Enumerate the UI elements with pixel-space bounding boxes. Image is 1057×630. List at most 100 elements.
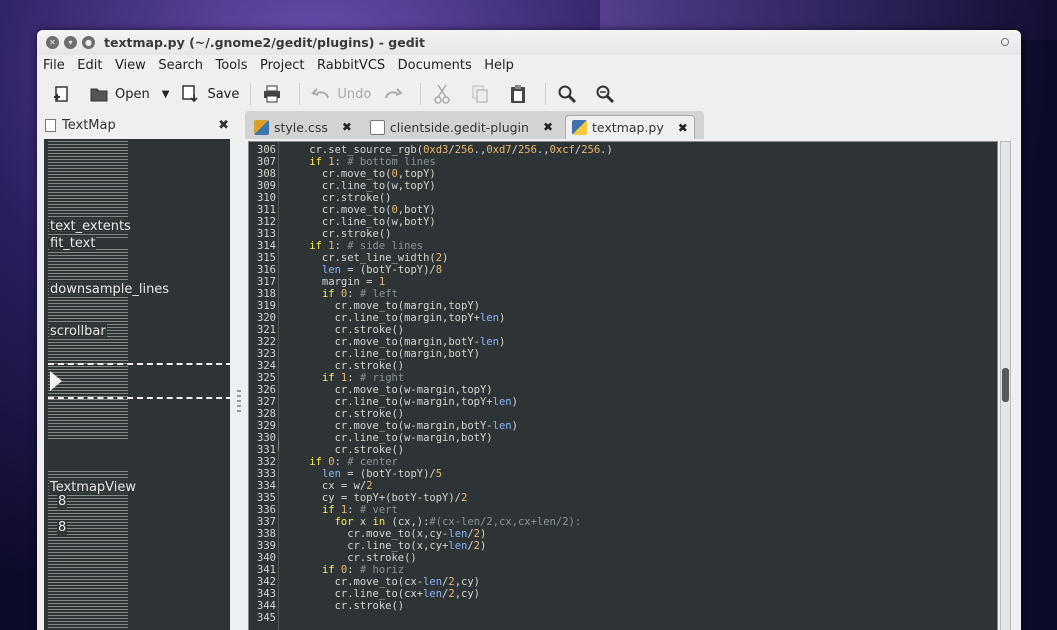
code-line[interactable]: 310 cr.stroke() bbox=[249, 192, 997, 204]
code-line[interactable]: 327 cr.line_to(w-margin,topY+len) bbox=[249, 396, 997, 408]
menu-search[interactable]: Search bbox=[158, 58, 203, 73]
document-tabs: style.css ✖ clientside.gedit-plugin ✖ te… bbox=[245, 111, 704, 139]
redo-button[interactable] bbox=[377, 79, 415, 109]
toolbar: Open ▼ Save Undo bbox=[37, 75, 1021, 113]
menu-view[interactable]: View bbox=[115, 58, 146, 73]
menu-tools[interactable]: Tools bbox=[215, 58, 247, 73]
line-number: 310 bbox=[257, 192, 276, 204]
line-text: cr.move_to(x,cy-len/2) bbox=[284, 528, 487, 540]
code-line[interactable]: 323 cr.line_to(margin,botY) bbox=[249, 348, 997, 360]
minimap-label: 8 bbox=[57, 494, 68, 509]
code-line[interactable]: 312 cr.line_to(w,botY) bbox=[249, 216, 997, 228]
close-tab-icon[interactable]: ✖ bbox=[678, 121, 688, 135]
code-line[interactable]: 335 cy = topY+(botY-topY)/2 bbox=[249, 492, 997, 504]
minimap-label: 8 bbox=[57, 520, 68, 535]
code-line[interactable]: 316 len = (botY-topY)/8 bbox=[249, 264, 997, 276]
code-line[interactable]: 322 cr.move_to(margin,botY-len) bbox=[249, 336, 997, 348]
menu-documents[interactable]: Documents bbox=[398, 58, 472, 73]
code-content[interactable]: 306 cr.set_source_rgb(0xd3/256.,0xd7/256… bbox=[249, 144, 997, 624]
code-line[interactable]: 328 cr.stroke() bbox=[249, 408, 997, 420]
minimize-window-button[interactable]: ▾ bbox=[64, 36, 77, 49]
code-line[interactable]: 344 cr.stroke() bbox=[249, 600, 997, 612]
close-window-button[interactable]: ✕ bbox=[46, 36, 59, 49]
line-number: 325 bbox=[257, 372, 276, 384]
code-line[interactable]: 345 bbox=[249, 612, 997, 624]
code-line[interactable]: 330 cr.line_to(w-margin,botY) bbox=[249, 432, 997, 444]
close-side-panel-icon[interactable]: ✖ bbox=[218, 118, 229, 133]
menu-edit[interactable]: Edit bbox=[77, 58, 102, 73]
code-editor[interactable]: 306 cr.set_source_rgb(0xd3/256.,0xd7/256… bbox=[248, 141, 998, 630]
code-line[interactable]: 341 if 0: # horiz bbox=[249, 564, 997, 576]
code-line[interactable]: 333 len = (botY-topY)/5 bbox=[249, 468, 997, 480]
code-line[interactable]: 307 if 1: # bottom lines bbox=[249, 156, 997, 168]
undo-button[interactable]: Undo bbox=[305, 79, 377, 109]
code-line[interactable]: 326 cr.move_to(w-margin,topY) bbox=[249, 384, 997, 396]
close-tab-icon[interactable]: ✖ bbox=[342, 120, 352, 134]
code-line[interactable]: 314 if 1: # side lines bbox=[249, 240, 997, 252]
code-line[interactable]: 320 cr.line_to(margin,topY+len) bbox=[249, 312, 997, 324]
side-panel: TextMap ✖ text_extents fit_text downsamp… bbox=[39, 113, 235, 630]
code-line[interactable]: 343 cr.line_to(cx+len/2,cy) bbox=[249, 588, 997, 600]
code-line[interactable]: 334 cx = w/2 bbox=[249, 480, 997, 492]
code-line[interactable]: 311 cr.move_to(0,botY) bbox=[249, 204, 997, 216]
code-line[interactable]: 338 cr.move_to(x,cy-len/2) bbox=[249, 528, 997, 540]
minimap-label: text_extents bbox=[49, 219, 132, 234]
new-document-button[interactable] bbox=[45, 79, 83, 109]
code-line[interactable]: 340 cr.stroke() bbox=[249, 552, 997, 564]
title-bar[interactable]: ✕ ▾ ● textmap.py (~/.gnome2/gedit/plugin… bbox=[37, 30, 1021, 55]
code-line[interactable]: 336 if 1: # vert bbox=[249, 504, 997, 516]
line-text: cr.line_to(margin,botY) bbox=[284, 348, 480, 360]
code-line[interactable]: 331 cr.stroke() bbox=[249, 444, 997, 456]
code-line[interactable]: 337 for x in (cx,):#(cx-len/2,cx,cx+len/… bbox=[249, 516, 997, 528]
code-line[interactable]: 325 if 1: # right bbox=[249, 372, 997, 384]
code-line[interactable]: 315 cr.set_line_width(2) bbox=[249, 252, 997, 264]
print-button[interactable] bbox=[256, 79, 294, 109]
code-line[interactable]: 324 cr.stroke() bbox=[249, 360, 997, 372]
code-line[interactable]: 321 cr.stroke() bbox=[249, 324, 997, 336]
code-line[interactable]: 317 margin = 1 bbox=[249, 276, 997, 288]
textmap-icon bbox=[45, 118, 56, 132]
line-text: cr.move_to(cx-len/2,cy) bbox=[284, 576, 480, 588]
line-text: cr.line_to(cx+len/2,cy) bbox=[284, 588, 480, 600]
code-line[interactable]: 318 if 0: # left bbox=[249, 288, 997, 300]
paste-button[interactable] bbox=[502, 79, 540, 109]
save-button[interactable]: Save bbox=[175, 79, 245, 109]
code-line[interactable]: 306 cr.set_source_rgb(0xd3/256.,0xd7/256… bbox=[249, 144, 997, 156]
code-line[interactable]: 332 if 0: # center bbox=[249, 456, 997, 468]
line-number: 306 bbox=[257, 144, 276, 156]
open-recent-dropdown[interactable]: ▼ bbox=[156, 79, 176, 109]
menu-rabbitvcs[interactable]: RabbitVCS bbox=[317, 58, 385, 73]
cut-button[interactable] bbox=[426, 79, 464, 109]
line-text: margin = 1 bbox=[284, 276, 386, 288]
menu-bar: File Edit View Search Tools Project Rabb… bbox=[37, 55, 1021, 75]
line-text: if 0: # horiz bbox=[321, 564, 405, 576]
code-line[interactable]: 319 cr.move_to(margin,topY) bbox=[249, 300, 997, 312]
viewport-arrow-icon bbox=[50, 371, 62, 391]
menu-help[interactable]: Help bbox=[484, 58, 514, 73]
find-button[interactable] bbox=[551, 79, 589, 109]
copy-button[interactable] bbox=[464, 79, 502, 109]
tab-clientside-gedit-plugin[interactable]: clientside.gedit-plugin ✖ bbox=[364, 115, 559, 139]
menu-project[interactable]: Project bbox=[260, 58, 304, 73]
menu-file[interactable]: File bbox=[43, 58, 65, 73]
textmap-view[interactable]: text_extents fit_text downsample_lines s… bbox=[44, 139, 230, 630]
vertical-scrollbar[interactable] bbox=[1000, 141, 1011, 630]
minimap-viewport-indicator[interactable] bbox=[48, 363, 230, 399]
resize-icon[interactable] bbox=[1001, 38, 1009, 46]
code-line[interactable]: 342 cr.move_to(cx-len/2,cy) bbox=[249, 576, 997, 588]
code-line[interactable]: 313 cr.stroke() bbox=[249, 228, 997, 240]
find-replace-button[interactable] bbox=[589, 79, 627, 109]
line-number: 343 bbox=[257, 588, 276, 600]
code-line[interactable]: 329 cr.move_to(w-margin,botY-len) bbox=[249, 420, 997, 432]
maximize-window-button[interactable]: ● bbox=[82, 36, 95, 49]
code-line[interactable]: 308 cr.move_to(0,topY) bbox=[249, 168, 997, 180]
tab-textmap-py[interactable]: textmap.py ✖ bbox=[565, 115, 695, 139]
tab-style-css[interactable]: style.css ✖ bbox=[248, 115, 358, 139]
close-tab-icon[interactable]: ✖ bbox=[543, 120, 553, 134]
line-number: 319 bbox=[257, 300, 276, 312]
pane-resize-handle[interactable] bbox=[237, 390, 241, 412]
code-line[interactable]: 309 cr.line_to(w,topY) bbox=[249, 180, 997, 192]
open-button[interactable]: Open bbox=[83, 79, 156, 109]
code-line[interactable]: 339 cr.line_to(x,cy+len/2) bbox=[249, 540, 997, 552]
scrollbar-thumb[interactable] bbox=[1002, 368, 1009, 402]
